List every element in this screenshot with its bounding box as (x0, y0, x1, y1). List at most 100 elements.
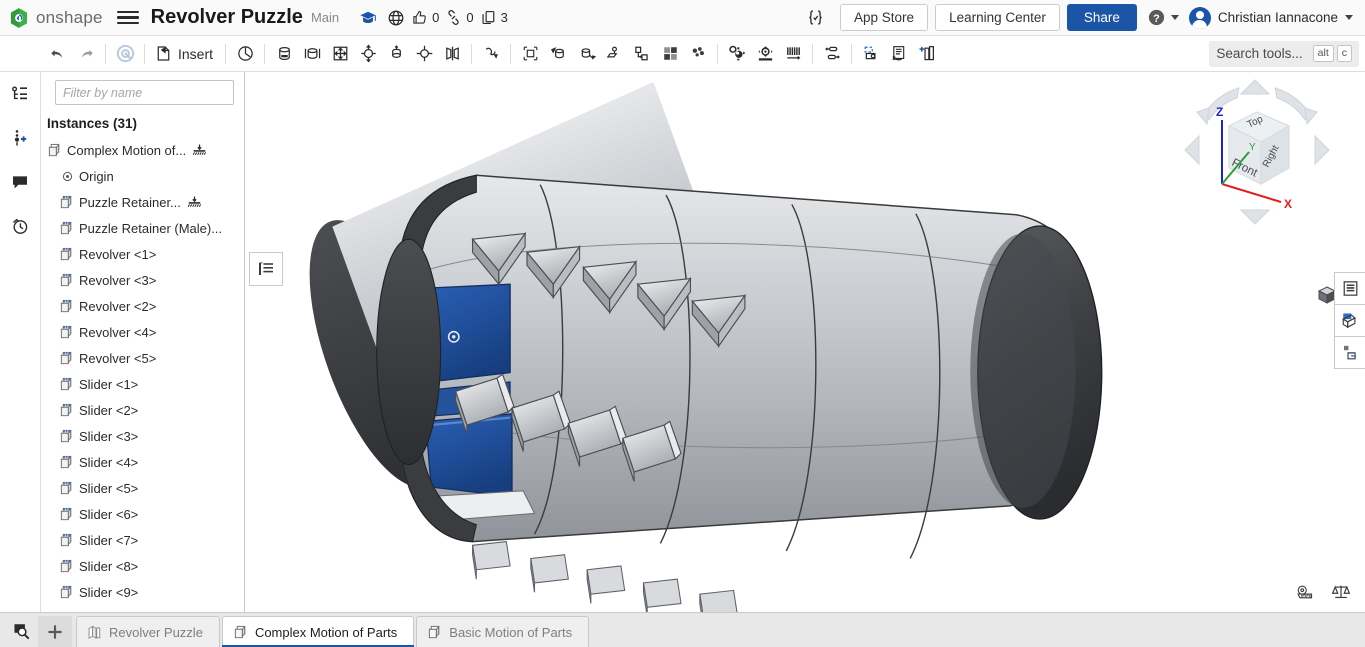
globe-icon[interactable] (383, 5, 409, 31)
tree-node[interactable]: Revolver <2> (41, 293, 244, 319)
tangent-mate-button[interactable] (477, 40, 505, 68)
tree-node[interactable]: Puzzle Retainer... (41, 189, 244, 215)
ball-mate-button[interactable] (410, 40, 438, 68)
graduation-cap-icon[interactable] (355, 5, 381, 31)
fastened-mate-button[interactable] (231, 40, 259, 68)
user-name-label[interactable]: Christian Iannacone (1218, 10, 1338, 25)
undo-arrow-icon (49, 45, 67, 63)
redo-button[interactable] (72, 40, 100, 68)
replicate-button[interactable] (572, 40, 600, 68)
boolean-assembly-button[interactable] (600, 40, 628, 68)
undo-button[interactable] (44, 40, 72, 68)
tree-node[interactable]: Revolver <3> (41, 267, 244, 293)
filter-by-name-input[interactable] (55, 80, 234, 105)
mass-properties-button[interactable] (1331, 582, 1351, 602)
comments-button[interactable] (6, 168, 34, 196)
tree-node[interactable]: Slider <1> (41, 371, 244, 397)
tree-node[interactable]: Slider <9> (41, 579, 244, 605)
appearance-panel-button[interactable] (1334, 304, 1365, 337)
tree-node[interactable]: Origin (41, 163, 244, 189)
parallel-mate-button[interactable] (438, 40, 466, 68)
tree-node[interactable]: Slider <3> (41, 423, 244, 449)
onshape-app-window: onshape Revolver Puzzle Main 0 0 3 App S… (0, 0, 1365, 647)
tree-node[interactable]: Slider <7> (41, 527, 244, 553)
onshape-logo-icon[interactable] (8, 7, 30, 29)
bill-of-materials-icon (918, 44, 937, 63)
tree-node-label: Revolver <1> (79, 247, 156, 262)
group-button[interactable] (544, 40, 572, 68)
origin-icon (61, 170, 74, 183)
tree-node[interactable]: Slider <8> (41, 553, 244, 579)
search-tabs-button[interactable] (4, 613, 38, 647)
hamburger-menu-icon[interactable] (117, 7, 139, 29)
slider-mate-button[interactable] (298, 40, 326, 68)
history-button[interactable] (6, 212, 34, 240)
pattern-instance-button[interactable] (656, 40, 684, 68)
assembly-list-panel-button[interactable] (1334, 272, 1365, 305)
search-tools-box[interactable]: Search tools... alt c (1209, 41, 1359, 67)
fixed-ground-icon (192, 144, 207, 157)
onshape-wordmark[interactable]: onshape (36, 8, 103, 28)
feature-tree-button[interactable] (6, 80, 34, 108)
viewcube-arrow-down (1241, 210, 1269, 224)
branch-label[interactable]: Main (311, 10, 339, 25)
linear-relation-button[interactable] (818, 40, 846, 68)
copies-count: 3 (501, 10, 508, 25)
display-state-icon (890, 44, 909, 63)
tree-node[interactable]: Revolver <4> (41, 319, 244, 345)
add-tab-button[interactable] (38, 616, 72, 647)
user-menu-chevron-down-icon[interactable] (1345, 15, 1353, 20)
cylindrical-mate-button[interactable] (354, 40, 382, 68)
graphics-viewport[interactable]: Top Front Right Z X Y (245, 72, 1365, 612)
insert-part-icon (154, 44, 173, 63)
exploded-view-button[interactable] (857, 40, 885, 68)
link-stat[interactable]: 0 (445, 9, 473, 26)
mate-connector-button[interactable] (516, 40, 544, 68)
tree-node[interactable]: Slider <2> (41, 397, 244, 423)
copies-stat[interactable]: 3 (480, 9, 508, 26)
slider-mate-icon (303, 44, 322, 63)
featurescript-braces-icon[interactable] (802, 5, 828, 31)
document-tab[interactable]: Complex Motion of Parts (222, 616, 414, 647)
like-stat[interactable]: 0 (411, 9, 439, 26)
bill-of-materials-button[interactable] (913, 40, 941, 68)
instance-properties-panel-button[interactable] (1334, 336, 1365, 369)
tree-node[interactable]: Puzzle Retainer (Male)... (41, 215, 244, 241)
instance-list-toggle-button[interactable] (249, 252, 283, 286)
tree-node[interactable]: Complex Motion of... (41, 137, 244, 163)
learning-center-button[interactable]: Learning Center (935, 4, 1060, 31)
screw-relation-button[interactable] (779, 40, 807, 68)
tree-node-label: Revolver <3> (79, 273, 156, 288)
insert-button[interactable]: Insert (150, 40, 220, 68)
part-instance-icon (59, 325, 74, 340)
document-tab[interactable]: Revolver Puzzle (76, 616, 220, 647)
add-version-button[interactable] (6, 124, 34, 152)
tree-node[interactable]: Slider <5> (41, 475, 244, 501)
measure-button[interactable] (1295, 582, 1315, 602)
tree-node[interactable]: Slider <4> (41, 449, 244, 475)
assembly-toolbar: Insert Search tools... alt c (0, 36, 1365, 72)
document-tab[interactable]: Basic Motion of Parts (416, 616, 589, 647)
view-cube[interactable]: Top Front Right Z X Y (1177, 72, 1337, 232)
regenerate-button[interactable] (111, 40, 139, 68)
toolbar-divider-9 (851, 44, 852, 64)
help-menu[interactable]: ? (1147, 8, 1179, 27)
tree-node-label: Revolver <2> (79, 299, 156, 314)
share-button[interactable]: Share (1067, 4, 1137, 31)
tree-node[interactable]: Slider <6> (41, 501, 244, 527)
pin-slot-mate-button[interactable] (382, 40, 410, 68)
tree-node[interactable]: Revolver <5> (41, 345, 244, 371)
app-store-button[interactable]: App Store (840, 4, 928, 31)
assembly-feature-button[interactable] (684, 40, 712, 68)
revolute-mate-button[interactable] (270, 40, 298, 68)
tree-node-label: Slider <7> (79, 533, 138, 548)
tree-node-label: Puzzle Retainer... (79, 195, 181, 210)
avatar[interactable] (1189, 7, 1211, 29)
display-state-button[interactable] (885, 40, 913, 68)
transform-instance-button[interactable] (628, 40, 656, 68)
insert-label: Insert (178, 46, 213, 62)
rack-pinion-relation-button[interactable] (751, 40, 779, 68)
planar-mate-button[interactable] (326, 40, 354, 68)
gear-relation-button[interactable] (723, 40, 751, 68)
tree-node[interactable]: Revolver <1> (41, 241, 244, 267)
